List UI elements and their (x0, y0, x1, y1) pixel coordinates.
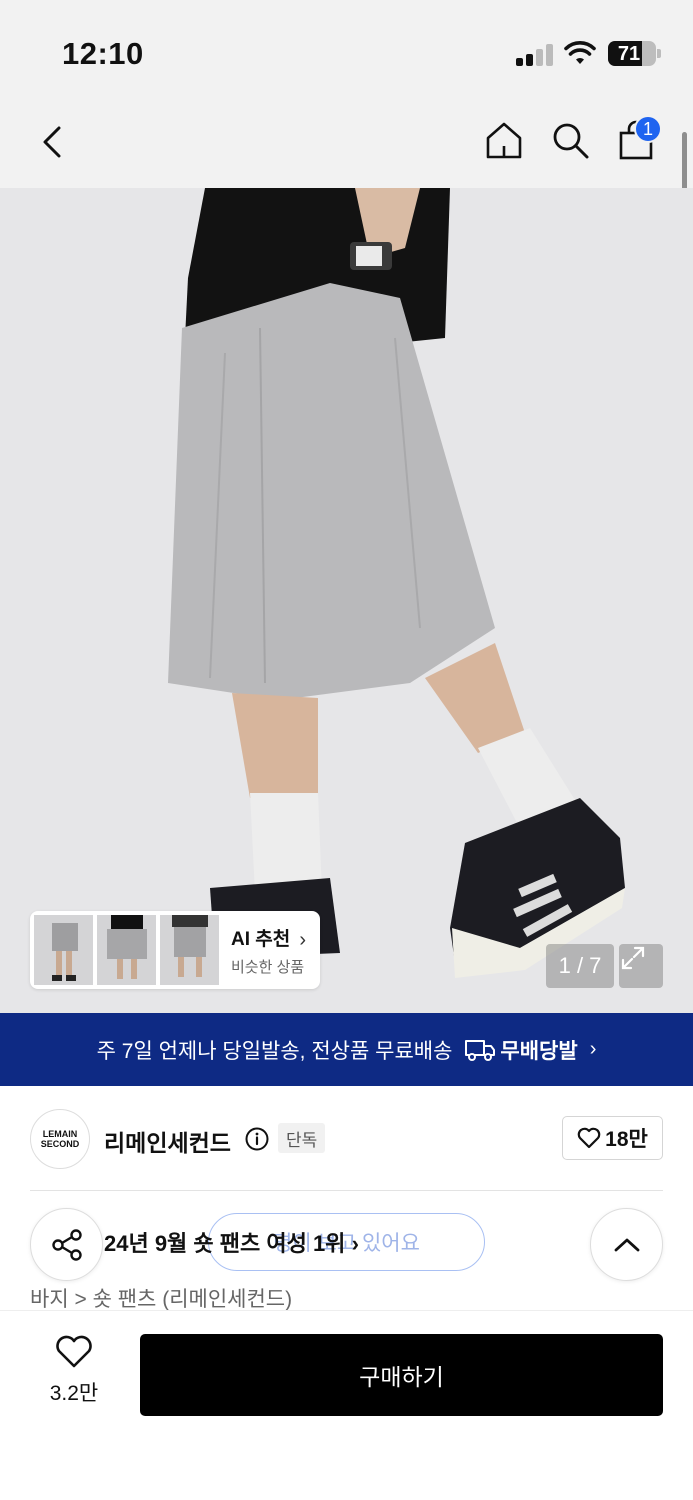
image-counter: 1 / 7 (546, 944, 614, 988)
banner-text: 주 7일 언제나 당일발송, 전상품 무료배송 (96, 1039, 453, 1063)
wifi-icon (564, 41, 596, 64)
share-icon (51, 1228, 82, 1261)
delivery-logo: 무배당발 (464, 1035, 578, 1065)
exclusive-badge: 단독 (278, 1123, 326, 1153)
chevron-right-icon: › (351, 1231, 359, 1256)
recommendation-thumbnail (34, 915, 93, 985)
brand-like-button[interactable]: 18만 (562, 1116, 663, 1160)
home-button[interactable] (482, 118, 526, 162)
top-nav-bar (0, 100, 693, 188)
ai-recommendation-card[interactable]: AI 추천 비슷한 상품 › (30, 911, 320, 989)
category-breadcrumb[interactable]: 바지 > 숏 팬츠 (리메인세컨드) (30, 1283, 292, 1313)
brand-logo-line2: SECOND (40, 1139, 80, 1149)
battery-icon: 71 (608, 41, 656, 66)
heart-icon (577, 1127, 601, 1149)
search-icon (553, 123, 589, 159)
battery-level: 71 (617, 43, 641, 65)
brand-like-count: 18만 (605, 1128, 648, 1151)
scroll-to-top-button[interactable] (590, 1208, 663, 1281)
brand-row: LEMAIN SECOND 리메인세컨드 단독 18만 (0, 1086, 693, 1191)
cellular-signal-icon (516, 44, 554, 66)
search-button[interactable] (548, 118, 592, 162)
free-shipping-banner[interactable]: 주 7일 언제나 당일발송, 전상품 무료배송 무배당발 › (0, 1013, 693, 1086)
recommendation-thumbnail (160, 915, 219, 985)
buy-button[interactable]: 구매하기 (140, 1334, 663, 1416)
delivery-truck-icon (465, 1039, 496, 1061)
chevron-right-icon: › (589, 1038, 597, 1060)
product-photo (0, 188, 693, 1013)
cart-count-badge: 1 (634, 115, 662, 143)
delivery-logo-text: 무배당발 (500, 1039, 578, 1063)
battery-tip (657, 49, 661, 58)
chevron-up-icon (614, 1238, 639, 1251)
expand-image-button[interactable] (619, 944, 663, 988)
ai-recommendation-subtitle: 비슷한 상품 (231, 958, 305, 976)
divider (30, 1190, 663, 1191)
expand-icon (621, 946, 645, 970)
brand-name[interactable]: 리메인세컨드 (104, 1124, 231, 1158)
ai-recommendation-title: AI 추천 (231, 928, 291, 950)
recommendation-thumbnail (97, 915, 156, 985)
chevron-left-icon (43, 126, 61, 158)
product-image-carousel[interactable]: AI 추천 비슷한 상품 › 1 / 7 (0, 188, 693, 1013)
purchase-bar: 3.2만 구매하기 (0, 1310, 693, 1500)
chevron-right-icon: › (299, 929, 306, 951)
ranking-link[interactable]: 24년 9월 숏 팬츠 여성 1위 › (104, 1226, 359, 1258)
wishlist-count: 3.2만 (49, 1382, 99, 1405)
heart-icon (56, 1335, 92, 1368)
status-bar: 12:10 71 (0, 0, 693, 100)
brand-logo[interactable]: LEMAIN SECOND (30, 1109, 90, 1169)
ranking-text: 24년 9월 숏 팬츠 여성 1위 (104, 1231, 346, 1256)
brand-logo-line1: LEMAIN (42, 1129, 78, 1139)
status-time: 12:10 (62, 36, 144, 71)
home-icon (486, 122, 522, 159)
wishlist-button[interactable]: 3.2만 (38, 1335, 110, 1407)
back-button[interactable] (30, 120, 74, 164)
share-button[interactable] (30, 1208, 103, 1281)
info-icon[interactable] (245, 1127, 269, 1151)
